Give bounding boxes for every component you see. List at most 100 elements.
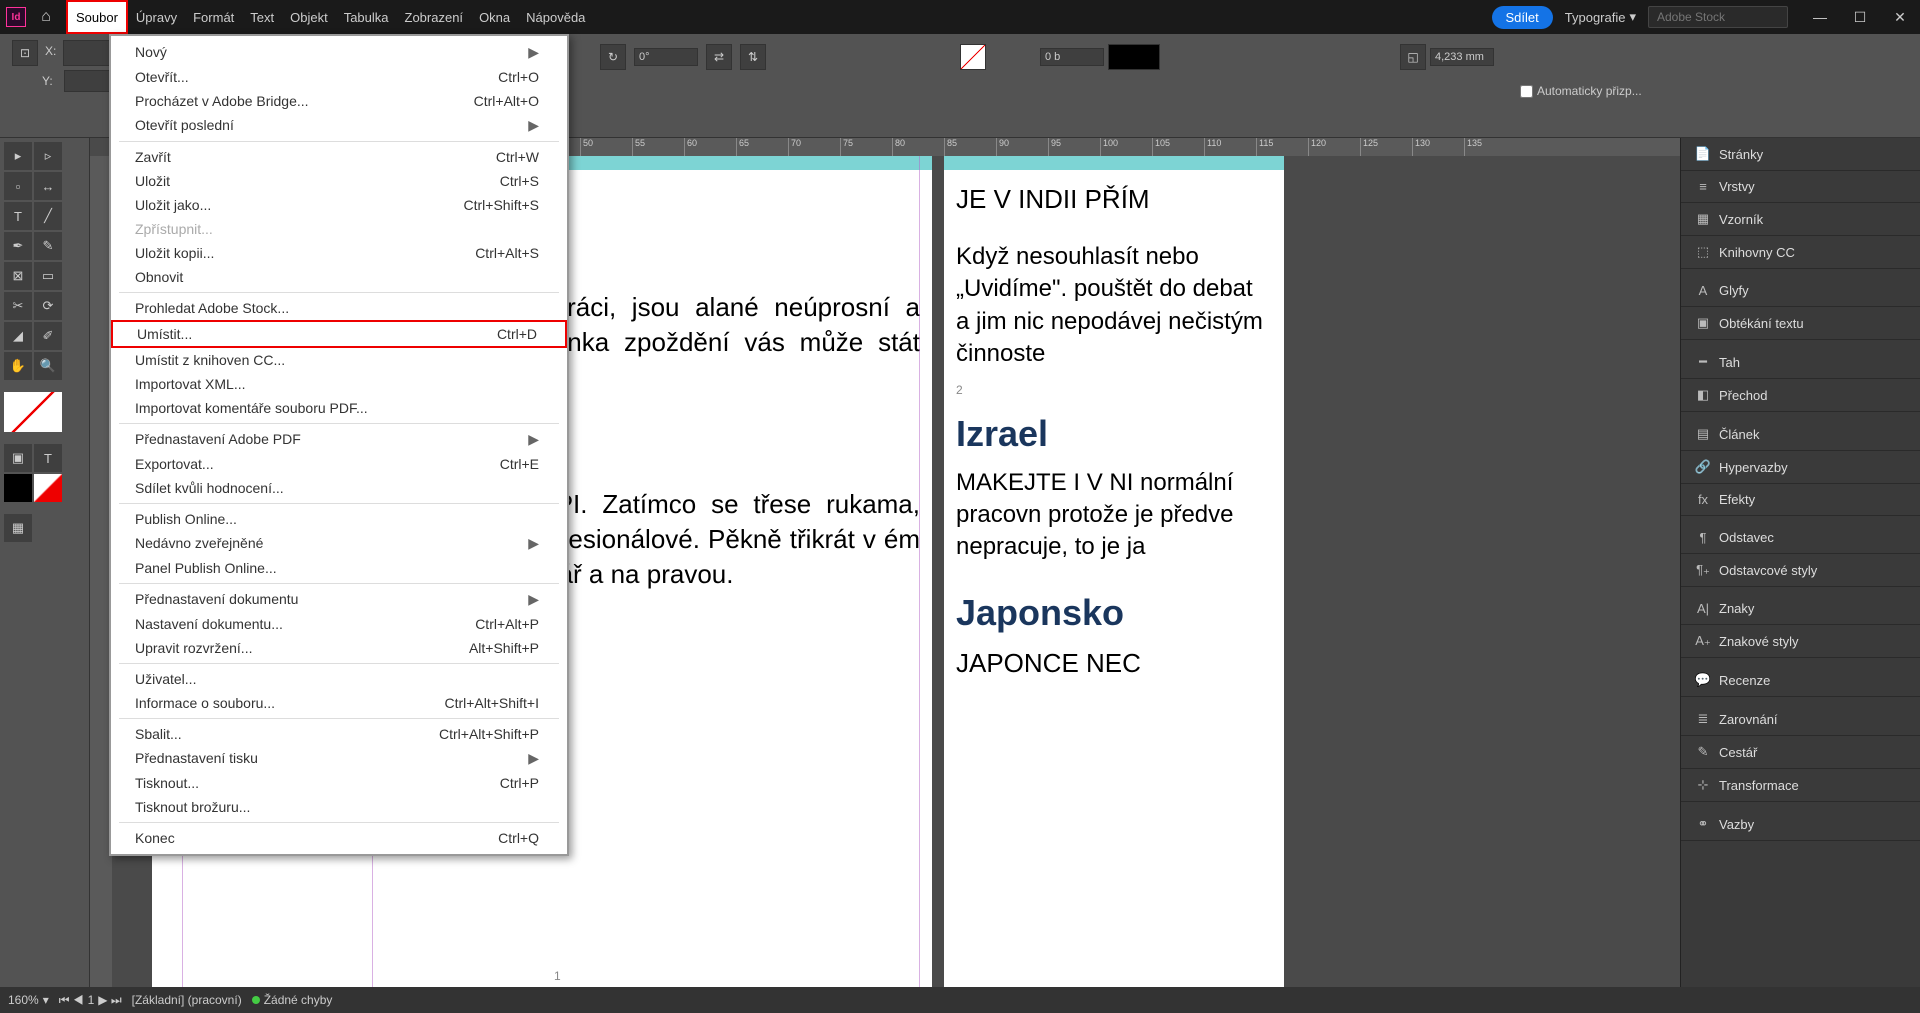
menu-item[interactable]: Umístit z knihoven CC... (111, 348, 567, 372)
panel-znaky[interactable]: A|Znaky (1681, 593, 1920, 625)
zoom-level[interactable]: 160% ▾ (8, 993, 49, 1007)
line-tool[interactable]: ╱ (34, 202, 62, 230)
panel-stránky[interactable]: 📄Stránky (1681, 138, 1920, 171)
menu-item[interactable]: Procházet v Adobe Bridge...Ctrl+Alt+O (111, 89, 567, 113)
panel-glyfy[interactable]: AGlyfy (1681, 275, 1920, 307)
minimize-button[interactable]: ― (1800, 5, 1840, 29)
menu-item[interactable]: Importovat XML... (111, 372, 567, 396)
zoom-tool[interactable]: 🔍 (34, 352, 62, 380)
menu-zobrazení[interactable]: Zobrazení (397, 0, 472, 34)
type-tool[interactable]: T (4, 202, 32, 230)
menu-item[interactable]: KonecCtrl+Q (111, 826, 567, 850)
pen-tool[interactable]: ✒ (4, 232, 32, 260)
menu-item[interactable]: Importovat komentáře souboru PDF... (111, 396, 567, 420)
panel-recenze[interactable]: 💬Recenze (1681, 664, 1920, 697)
page-navigator[interactable]: ⏮ ◀ 1 ▶ ⏭ (59, 993, 122, 1008)
page-tool[interactable]: ▫ (4, 172, 32, 200)
flip-v-icon[interactable]: ⇅ (740, 44, 766, 70)
panel-tah[interactable]: ━Tah (1681, 346, 1920, 379)
menu-item[interactable]: Panel Publish Online... (111, 556, 567, 580)
menu-item[interactable]: Publish Online... (111, 507, 567, 531)
menu-item[interactable]: Prohledat Adobe Stock... (111, 296, 567, 320)
menu-item[interactable]: Přednastavení Adobe PDF▶ (111, 427, 567, 452)
menu-item[interactable]: Nedávno zveřejněné▶ (111, 531, 567, 556)
menu-item[interactable]: Nový▶ (111, 40, 567, 65)
gap-tool[interactable]: ↔ (34, 172, 62, 200)
corner-input[interactable] (1430, 48, 1494, 66)
menu-item[interactable]: Tisknout brožuru... (111, 795, 567, 819)
rect-tool[interactable]: ▭ (34, 262, 62, 290)
menu-item[interactable]: Nastavení dokumentu...Ctrl+Alt+P (111, 612, 567, 636)
selection-tool[interactable]: ▸ (4, 142, 32, 170)
menu-item[interactable]: Obnovit (111, 265, 567, 289)
panel-zarovnání[interactable]: ≣Zarovnání (1681, 703, 1920, 736)
stroke-style[interactable] (1108, 44, 1160, 70)
apply-color-icon[interactable] (4, 474, 32, 502)
panel-odstavcové-styly[interactable]: ¶₊Odstavcové styly (1681, 554, 1920, 587)
panel-hypervazby[interactable]: 🔗Hypervazby (1681, 451, 1920, 484)
menu-soubor[interactable]: Soubor (66, 0, 128, 34)
eyedropper-tool[interactable]: ✐ (34, 322, 62, 350)
corner-icon[interactable]: ◱ (1400, 44, 1426, 70)
menu-item[interactable]: Otevřít poslední▶ (111, 113, 567, 138)
stock-search-input[interactable] (1648, 6, 1788, 28)
menu-objekt[interactable]: Objekt (282, 0, 336, 34)
pencil-tool[interactable]: ✎ (34, 232, 62, 260)
panel-článek[interactable]: ▤Článek (1681, 418, 1920, 451)
rotate-icon[interactable]: ↻ (600, 44, 626, 70)
fill-stroke-swatch[interactable] (4, 392, 62, 432)
menu-okna[interactable]: Okna (471, 0, 518, 34)
panel-vazby[interactable]: ⚭Vazby (1681, 808, 1920, 841)
workspace-switcher[interactable]: Typografie ▾ (1565, 9, 1636, 25)
share-button[interactable]: Sdílet (1492, 6, 1553, 29)
transform-tool[interactable]: ⟳ (34, 292, 62, 320)
menu-item[interactable]: ZavřítCtrl+W (111, 145, 567, 169)
panel-cestář[interactable]: ✎Cestář (1681, 736, 1920, 769)
panel-vrstvy[interactable]: ≡Vrstvy (1681, 171, 1920, 203)
menu-item[interactable]: Uložit jako...Ctrl+Shift+S (111, 193, 567, 217)
menu-item[interactable]: Uživatel... (111, 667, 567, 691)
menu-item[interactable]: Exportovat...Ctrl+E (111, 452, 567, 476)
document-page-right[interactable]: JE V INDII PŘÍM Když nesouhlasít nebo „U… (944, 156, 1284, 987)
gradient-tool[interactable]: ◢ (4, 322, 32, 350)
menu-item[interactable]: Přednastavení tisku▶ (111, 746, 567, 771)
menu-item[interactable]: Sdílet kvůli hodnocení... (111, 476, 567, 500)
panel-efekty[interactable]: fxEfekty (1681, 484, 1920, 516)
maximize-button[interactable]: ☐ (1840, 5, 1880, 29)
menu-item[interactable]: Umístit...Ctrl+D (111, 320, 567, 348)
panel-obtékání-textu[interactable]: ▣Obtékání textu (1681, 307, 1920, 340)
menu-nápověda[interactable]: Nápověda (518, 0, 593, 34)
menu-formát[interactable]: Formát (185, 0, 242, 34)
panel-odstavec[interactable]: ¶Odstavec (1681, 522, 1920, 554)
panel-transformace[interactable]: ⊹Transformace (1681, 769, 1920, 802)
menu-item[interactable]: Uložit kopii...Ctrl+Alt+S (111, 241, 567, 265)
panel-přechod[interactable]: ◧Přechod (1681, 379, 1920, 412)
menu-item[interactable]: Informace o souboru...Ctrl+Alt+Shift+I (111, 691, 567, 715)
menu-item[interactable]: Upravit rozvržení...Alt+Shift+P (111, 636, 567, 660)
direct-selection-tool[interactable]: ▹ (34, 142, 62, 170)
panel-knihovny-cc[interactable]: ⬚Knihovny CC (1681, 236, 1920, 269)
menu-úpravy[interactable]: Úpravy (128, 0, 185, 34)
format-text-icon[interactable]: T (34, 444, 62, 472)
preflight-status[interactable]: Žádné chyby (252, 993, 333, 1007)
autofit-checkbox[interactable] (1520, 85, 1533, 98)
preflight-preset[interactable]: [Základní] (pracovní) (132, 993, 242, 1007)
ref-point-icon[interactable]: ⊡ (12, 40, 38, 66)
format-container-icon[interactable]: ▣ (4, 444, 32, 472)
flip-h-icon[interactable]: ⇄ (706, 44, 732, 70)
menu-tabulka[interactable]: Tabulka (336, 0, 397, 34)
menu-item[interactable]: Přednastavení dokumentu▶ (111, 587, 567, 612)
menu-item[interactable]: Tisknout...Ctrl+P (111, 771, 567, 795)
rotate-input[interactable] (634, 48, 698, 66)
home-icon[interactable]: ⌂ (34, 5, 58, 29)
menu-item[interactable]: Otevřít...Ctrl+O (111, 65, 567, 89)
hand-tool[interactable]: ✋ (4, 352, 32, 380)
view-mode-icon[interactable]: ▦ (4, 514, 32, 542)
panel-vzorník[interactable]: ▦Vzorník (1681, 203, 1920, 236)
fill-swatch[interactable] (960, 44, 986, 70)
menu-item[interactable]: UložitCtrl+S (111, 169, 567, 193)
menu-text[interactable]: Text (242, 0, 282, 34)
menu-item[interactable]: Sbalit...Ctrl+Alt+Shift+P (111, 722, 567, 746)
stroke-weight-input[interactable] (1040, 48, 1104, 66)
apply-none-icon[interactable] (34, 474, 62, 502)
